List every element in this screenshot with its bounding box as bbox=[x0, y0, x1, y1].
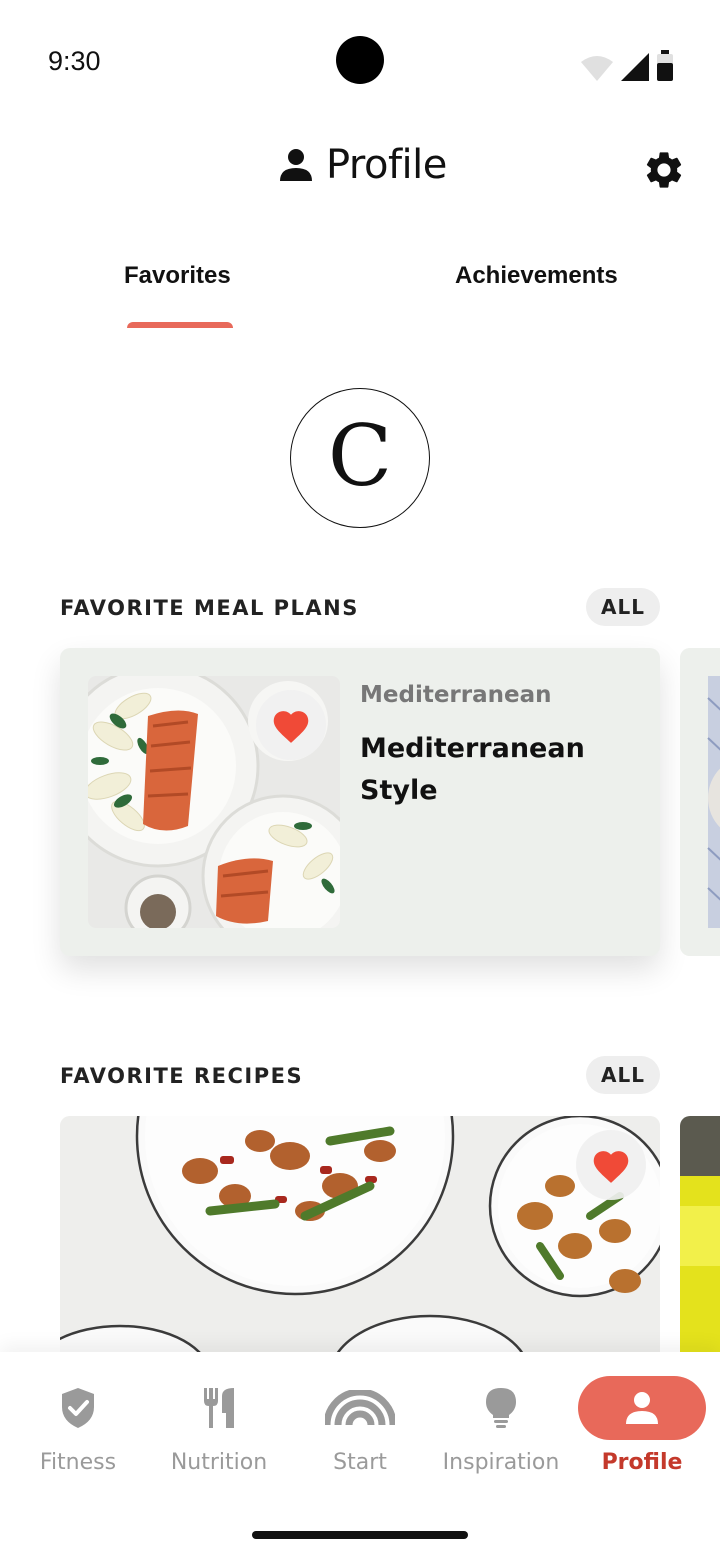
gear-icon bbox=[646, 152, 682, 188]
lightbulb-icon bbox=[486, 1388, 516, 1428]
wifi-icon bbox=[581, 56, 613, 81]
meal-plans-section-header: FAVORITE MEAL PLANS ALL bbox=[60, 588, 660, 628]
nav-start[interactable]: Start bbox=[290, 1376, 430, 1486]
recipe-image bbox=[60, 1116, 660, 1356]
status-bar: 9:30 bbox=[0, 0, 720, 120]
nav-nutrition[interactable]: Nutrition bbox=[149, 1376, 289, 1486]
recipes-all-button[interactable]: ALL bbox=[586, 1056, 660, 1094]
meal-plan-favorite-button[interactable] bbox=[256, 690, 326, 760]
page-title: Profile bbox=[326, 142, 447, 188]
nav-profile[interactable]: Profile bbox=[572, 1376, 712, 1486]
home-indicator bbox=[252, 1531, 468, 1539]
heart-icon bbox=[273, 711, 309, 743]
bottom-navigation: Fitness Nutrition Start Inspiration Prof… bbox=[0, 1352, 720, 1560]
battery-icon bbox=[657, 50, 673, 81]
tab-achievements[interactable]: Achievements bbox=[455, 262, 618, 290]
person-icon bbox=[280, 149, 312, 181]
fork-knife-icon bbox=[204, 1388, 234, 1428]
meal-plan-card-next[interactable] bbox=[680, 648, 720, 956]
heart-icon bbox=[593, 1151, 629, 1183]
meal-plans-all-button[interactable]: ALL bbox=[586, 588, 660, 626]
recipe-card[interactable] bbox=[60, 1116, 660, 1356]
nav-fitness[interactable]: Fitness bbox=[8, 1376, 148, 1486]
nav-profile-icon-wrap bbox=[578, 1376, 706, 1440]
person-icon bbox=[626, 1392, 658, 1424]
recipe-favorite-button[interactable] bbox=[576, 1130, 646, 1200]
nav-profile-label: Profile bbox=[601, 1450, 683, 1475]
meal-plans-heading: FAVORITE MEAL PLANS bbox=[60, 596, 359, 620]
recipes-heading: FAVORITE RECIPES bbox=[60, 1064, 304, 1088]
tab-bar: Favorites Achievements bbox=[0, 250, 720, 330]
header: Profile bbox=[0, 132, 720, 202]
nav-start-label: Start bbox=[333, 1450, 387, 1475]
recipe-card-next[interactable] bbox=[680, 1116, 720, 1356]
rainbow-icon bbox=[325, 1390, 395, 1426]
nav-start-icon-wrap bbox=[296, 1376, 424, 1440]
nav-inspiration-label: Inspiration bbox=[442, 1450, 560, 1475]
signal-icon bbox=[621, 53, 649, 81]
camera-cutout bbox=[336, 36, 384, 84]
tab-favorites[interactable]: Favorites bbox=[124, 262, 231, 290]
meal-plan-title: Mediterranean Style bbox=[360, 733, 585, 806]
nav-fitness-label: Fitness bbox=[39, 1450, 117, 1475]
nav-inspiration[interactable]: Inspiration bbox=[431, 1376, 571, 1486]
shield-check-icon bbox=[62, 1388, 94, 1428]
active-tab-indicator bbox=[127, 322, 233, 328]
header-title-group: Profile bbox=[278, 142, 447, 188]
avatar[interactable]: C bbox=[290, 388, 430, 528]
nav-nutrition-label: Nutrition bbox=[170, 1450, 268, 1475]
status-icons bbox=[580, 50, 674, 82]
meal-plan-category: Mediterranean bbox=[360, 682, 552, 708]
nav-nutrition-icon-wrap bbox=[155, 1376, 283, 1440]
nav-fitness-icon-wrap bbox=[14, 1376, 142, 1440]
status-time: 9:30 bbox=[48, 46, 101, 76]
settings-button[interactable] bbox=[640, 146, 688, 194]
nav-inspiration-icon-wrap bbox=[437, 1376, 565, 1440]
meal-plan-card[interactable]: Mediterranean Mediterranean Style bbox=[60, 648, 660, 956]
avatar-letter: C bbox=[327, 407, 393, 505]
recipes-section-header: FAVORITE RECIPES ALL bbox=[60, 1056, 660, 1096]
